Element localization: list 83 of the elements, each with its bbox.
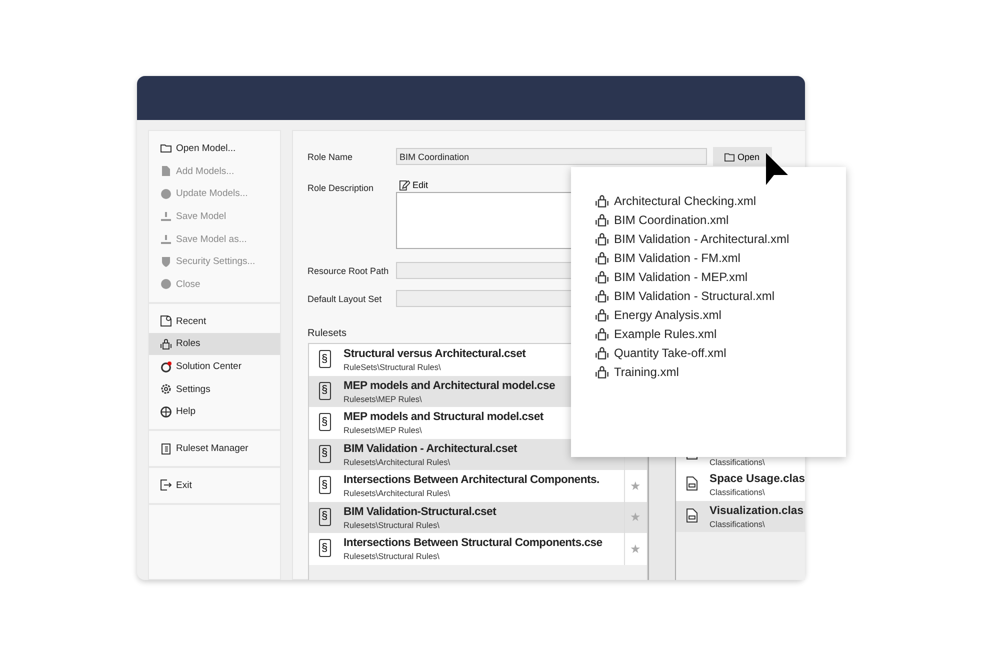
bag-icon (595, 289, 609, 304)
ruleset-icon: § (318, 539, 331, 557)
ruleset-icon: § (318, 444, 331, 462)
role-menu-item[interactable]: BIM Validation - Structural.xml (595, 286, 846, 306)
classification-path: Classifications\ (710, 456, 765, 466)
bag-icon (595, 250, 609, 265)
sidebar-item[interactable]: Open Model... (149, 137, 280, 160)
role-name-field[interactable]: BIM Coordination (396, 148, 707, 165)
sidebar-item[interactable]: Help (149, 400, 280, 424)
role-menu-item[interactable]: Architectural Checking.xml (595, 191, 846, 210)
bag-icon (595, 194, 609, 208)
ruleset-icon: § (318, 350, 331, 368)
book-icon (160, 442, 172, 455)
edit-button[interactable]: Edit (398, 178, 428, 192)
field-label: Resource Root Path (308, 266, 390, 276)
sidebar-item[interactable]: Roles (149, 332, 280, 356)
document-icon (160, 165, 172, 178)
role-menu-item[interactable]: Example Rules.xml (595, 324, 846, 344)
ruleset-path: Rulesets\Architectural Rules\ (344, 456, 450, 466)
sidebar-item[interactable]: Ruleset Manager (149, 437, 280, 460)
field-label: Role Description (308, 182, 375, 193)
ruleset-name: BIM Validation-Structural.cset (344, 506, 496, 518)
circle-icon (160, 278, 172, 290)
role-menu-item[interactable]: BIM Validation - MEP.xml (595, 267, 846, 286)
ruleset-path: Rulesets\MEP Rules\ (344, 425, 422, 435)
ruleset-path: Rulesets\Structural Rules\ (344, 551, 440, 561)
classification-row[interactable]: Visualization.clas Classifications\ (676, 500, 805, 532)
sidebar-item[interactable]: Recent (149, 310, 280, 332)
section-title: Rulesets (308, 328, 346, 339)
tray-arrow-icon (160, 210, 172, 222)
bag-icon (595, 365, 609, 380)
ruleset-name: Intersections Between Structural Components.cse (344, 537, 602, 549)
ruleset-path: Rulesets\Architectural Rules\ (344, 488, 450, 498)
bag-icon (595, 212, 609, 227)
recent-document-icon (160, 315, 172, 328)
folder-icon (160, 142, 172, 154)
exit-icon (160, 479, 172, 492)
gear-icon (160, 383, 172, 396)
classification-name: Space Usage.clas (710, 473, 805, 485)
ruleset-row[interactable]: § BIM Validation-Structural.cset Rulesets\Structural Rules\ ★ (308, 502, 647, 533)
ruleset-path: Rulesets\Structural Rules\ (344, 520, 440, 530)
classification-row[interactable]: Space Usage.clas Classifications\ (676, 469, 805, 500)
field-label: Role Name (308, 152, 354, 162)
open-button[interactable]: Open (712, 147, 772, 166)
ruleset-icon: § (318, 382, 331, 400)
ruleset-row[interactable]: § Intersections Between Architectural Components. Rulesets\Architectural Rules\ ★ (308, 470, 647, 502)
ruleset-icon: § (318, 413, 331, 431)
document-icon (686, 508, 698, 522)
bag-icon (595, 232, 609, 246)
ruleset-icon: § (318, 476, 331, 494)
classification-path: Classifications\ (710, 518, 766, 528)
ruleset-path: RuleSets\Structural Rules\ (344, 362, 441, 372)
ruleset-name: MEP models and Architectural model.cse (344, 380, 556, 392)
classification-name: Visualization.clas (710, 504, 804, 516)
sidebar-item[interactable]: Exit (149, 474, 280, 497)
document-icon (686, 476, 698, 491)
bag-icon (160, 338, 172, 350)
ruleset-name: Intersections Between Architectural Components. (344, 474, 600, 486)
bag-icon (595, 270, 609, 284)
ruleset-name: BIM Validation - Architectural.cset (344, 442, 518, 454)
blob-icon (160, 188, 172, 200)
bag-icon (595, 327, 609, 342)
tray-arrow-icon (160, 233, 172, 246)
role-menu-item[interactable]: BIM Validation - Architectural.xml (595, 229, 846, 248)
circle-dot-icon (160, 360, 172, 373)
field-label: Default Layout Set (308, 294, 383, 304)
bag-icon (595, 346, 609, 360)
ruleset-name: MEP models and Structural model.cset (344, 411, 544, 423)
shield-icon (160, 256, 172, 268)
globe-icon (160, 406, 172, 418)
ruleset-row[interactable]: § Intersections Between Structural Components.cse Rulesets\Structural Rules\ ★ (308, 533, 647, 564)
role-menu-item[interactable]: Energy Analysis.xml (595, 306, 846, 325)
edit-icon (398, 180, 410, 190)
folder-icon (724, 152, 735, 162)
ruleset-icon: § (318, 508, 331, 526)
role-menu-item[interactable]: BIM Coordination.xml (595, 210, 846, 230)
ruleset-path: Rulesets\MEP Rules\ (344, 394, 422, 404)
bag-icon (595, 308, 609, 322)
sidebar-item[interactable]: Settings (149, 378, 280, 401)
classification-path: Classifications\ (710, 487, 766, 497)
ruleset-name: Structural versus Architectural.cset (344, 348, 526, 360)
role-menu-item[interactable]: BIM Validation - FM.xml (595, 248, 846, 268)
sidebar-item[interactable]: Solution Center (149, 355, 280, 378)
